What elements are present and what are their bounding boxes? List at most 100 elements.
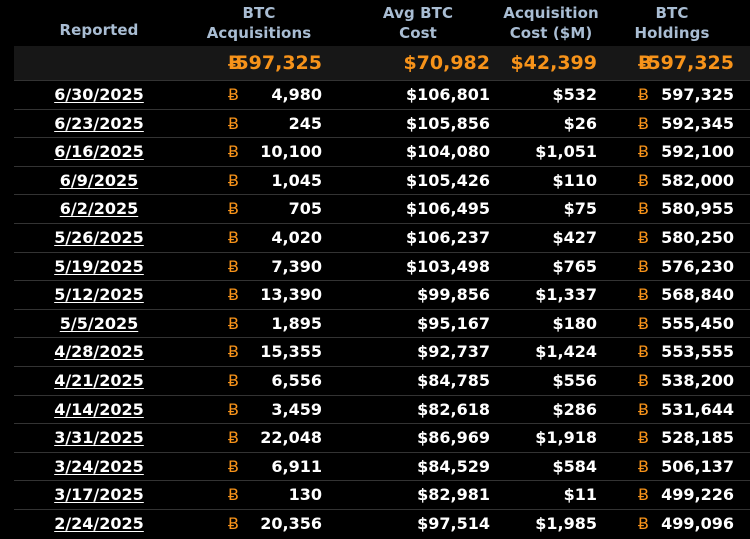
holdings-value: 555,450	[661, 313, 734, 333]
col-header-holdings[interactable]: BTC Holdings	[620, 3, 724, 43]
acquisition-cost-value: $427	[552, 228, 597, 247]
acquisitions-value: 22,048	[260, 428, 322, 448]
acquisition-cost-value: $765	[552, 256, 597, 276]
bitcoin-icon: Ƀ	[638, 170, 649, 190]
col-header-reported[interactable]: Reported	[40, 20, 158, 40]
holdings-value: 576,230	[661, 256, 734, 276]
avg-cost-value: $106,237	[405, 228, 490, 247]
report-date-link[interactable]: 6/2/2025	[40, 195, 158, 223]
acquisitions-value: 705	[288, 199, 322, 219]
col-header-holdings-line1: BTC	[655, 4, 689, 22]
col-header-avg-cost-line1: Avg BTC	[382, 4, 454, 22]
acquisition-cost-value: $1,918	[535, 428, 597, 448]
acquisition-cost-value: $1,051	[535, 142, 597, 162]
report-date-link[interactable]: 5/26/2025	[40, 224, 158, 252]
acquisition-cost-value: $584	[552, 456, 597, 476]
report-date-link[interactable]: 4/14/2025	[40, 396, 158, 424]
report-date-link[interactable]: 5/12/2025	[40, 281, 158, 309]
bitcoin-icon: Ƀ	[638, 313, 649, 333]
holdings-value: 528,185	[661, 428, 734, 448]
bitcoin-icon: Ƀ	[638, 228, 649, 247]
bitcoin-icon: Ƀ	[638, 85, 649, 104]
report-date-link[interactable]: 5/19/2025	[40, 253, 158, 281]
avg-cost-value: $105,426	[405, 170, 490, 190]
col-header-acquisitions[interactable]: BTC Acquisitions	[196, 3, 322, 43]
col-header-acquisitions-line1: BTC	[242, 4, 276, 22]
acquisition-cost-value: $1,424	[535, 342, 597, 362]
bitcoin-icon: Ƀ	[228, 399, 239, 419]
avg-cost-value: $84,529	[417, 456, 490, 476]
bitcoin-icon: Ƀ	[228, 456, 239, 476]
acquisitions-value: 1,045	[271, 170, 322, 190]
avg-cost-value: $105,856	[405, 113, 490, 133]
report-date-link[interactable]: 2/24/2025	[40, 510, 158, 538]
total-avg-cost: $70,982	[403, 52, 490, 74]
report-date-link[interactable]: 6/9/2025	[40, 167, 158, 195]
bitcoin-icon: Ƀ	[228, 371, 239, 390]
acquisition-cost-value: $532	[552, 85, 597, 104]
holdings-value: 592,100	[661, 142, 734, 162]
report-date-link[interactable]: 4/21/2025	[40, 367, 158, 395]
report-date-link[interactable]: 6/23/2025	[40, 110, 158, 138]
report-date-link[interactable]: 5/5/2025	[40, 310, 158, 338]
totals-row: Ƀ 597,325 $70,982 $42,399 Ƀ 597,325	[14, 46, 750, 80]
table-row: 5/26/2025 Ƀ 4,020 $106,237 $427 Ƀ 580,250	[14, 223, 750, 253]
report-date-link[interactable]: 3/31/2025	[40, 424, 158, 452]
table-row: 6/16/2025 Ƀ 10,100 $104,080 $1,051 Ƀ 592,100	[14, 137, 750, 167]
table-row: 3/24/2025 Ƀ 6,911 $84,529 $584 Ƀ 506,137	[14, 451, 750, 482]
bitcoin-icon: Ƀ	[228, 285, 239, 305]
bitcoin-icon: Ƀ	[638, 113, 649, 133]
report-date-link[interactable]: 6/16/2025	[40, 138, 158, 166]
report-date-link[interactable]: 3/24/2025	[40, 453, 158, 481]
bitcoin-icon: Ƀ	[228, 313, 239, 333]
bitcoin-icon: Ƀ	[638, 485, 649, 505]
avg-cost-value: $92,737	[417, 342, 490, 362]
holdings-value: 582,000	[661, 170, 734, 190]
table-row: 5/5/2025 Ƀ 1,895 $95,167 $180 Ƀ 555,450	[14, 308, 750, 339]
col-header-acquisition-cost-line1: Acquisition	[503, 4, 599, 22]
acquisition-cost-value: $180	[552, 313, 597, 333]
bitcoin-icon: Ƀ	[228, 256, 239, 276]
report-date-link[interactable]: 6/30/2025	[40, 81, 158, 109]
acquisition-cost-value: $11	[563, 485, 597, 505]
table-row: 6/30/2025 Ƀ 4,980 $106,801 $532 Ƀ 597,325	[14, 80, 750, 110]
holdings-value: 580,250	[661, 228, 734, 247]
report-date-link[interactable]: 3/17/2025	[40, 481, 158, 509]
bitcoin-icon: Ƀ	[228, 514, 239, 533]
holdings-value: 597,325	[661, 85, 734, 104]
bitcoin-icon: Ƀ	[228, 113, 239, 133]
bitcoin-icon: Ƀ	[638, 514, 649, 533]
holdings-value: 553,555	[661, 342, 734, 362]
table-row: 3/31/2025 Ƀ 22,048 $86,969 $1,918 Ƀ 528,185	[14, 423, 750, 453]
bitcoin-icon: Ƀ	[638, 199, 649, 219]
col-header-acquisition-cost[interactable]: Acquisition Cost ($M)	[496, 3, 606, 43]
acquisitions-value: 15,355	[260, 342, 322, 362]
col-header-reported-label: Reported	[59, 21, 139, 39]
bitcoin-icon: Ƀ	[228, 228, 239, 247]
table-row: 5/19/2025 Ƀ 7,390 $103,498 $765 Ƀ 576,230	[14, 251, 750, 282]
report-date-link[interactable]: 4/28/2025	[40, 338, 158, 366]
table-row: 6/9/2025 Ƀ 1,045 $105,426 $110 Ƀ 582,000	[14, 165, 750, 196]
acquisitions-value: 7,390	[271, 256, 322, 276]
acquisitions-value: 4,980	[271, 85, 322, 104]
bitcoin-icon: Ƀ	[638, 342, 649, 362]
bitcoin-icon: Ƀ	[228, 85, 239, 104]
avg-cost-value: $84,785	[417, 371, 490, 390]
table-header: Reported BTC Acquisitions Avg BTC Cost A…	[0, 0, 750, 46]
table-row: 4/28/2025 Ƀ 15,355 $92,737 $1,424 Ƀ 553,555	[14, 337, 750, 367]
bitcoin-icon: Ƀ	[228, 199, 239, 219]
acquisitions-value: 6,556	[271, 371, 322, 390]
avg-cost-value: $103,498	[405, 256, 490, 276]
total-acquisitions: 597,325	[235, 52, 322, 74]
col-header-avg-cost[interactable]: Avg BTC Cost	[356, 3, 480, 43]
avg-cost-value: $106,495	[405, 199, 490, 219]
bitcoin-icon: Ƀ	[638, 285, 649, 305]
avg-cost-value: $99,856	[417, 285, 490, 305]
acquisition-cost-value: $26	[563, 113, 597, 133]
acquisitions-value: 20,356	[260, 514, 322, 533]
avg-cost-value: $95,167	[417, 313, 490, 333]
avg-cost-value: $97,514	[417, 514, 490, 533]
holdings-value: 568,840	[661, 285, 734, 305]
col-header-acquisitions-line2: Acquisitions	[206, 24, 312, 42]
avg-cost-value: $86,969	[417, 428, 490, 448]
